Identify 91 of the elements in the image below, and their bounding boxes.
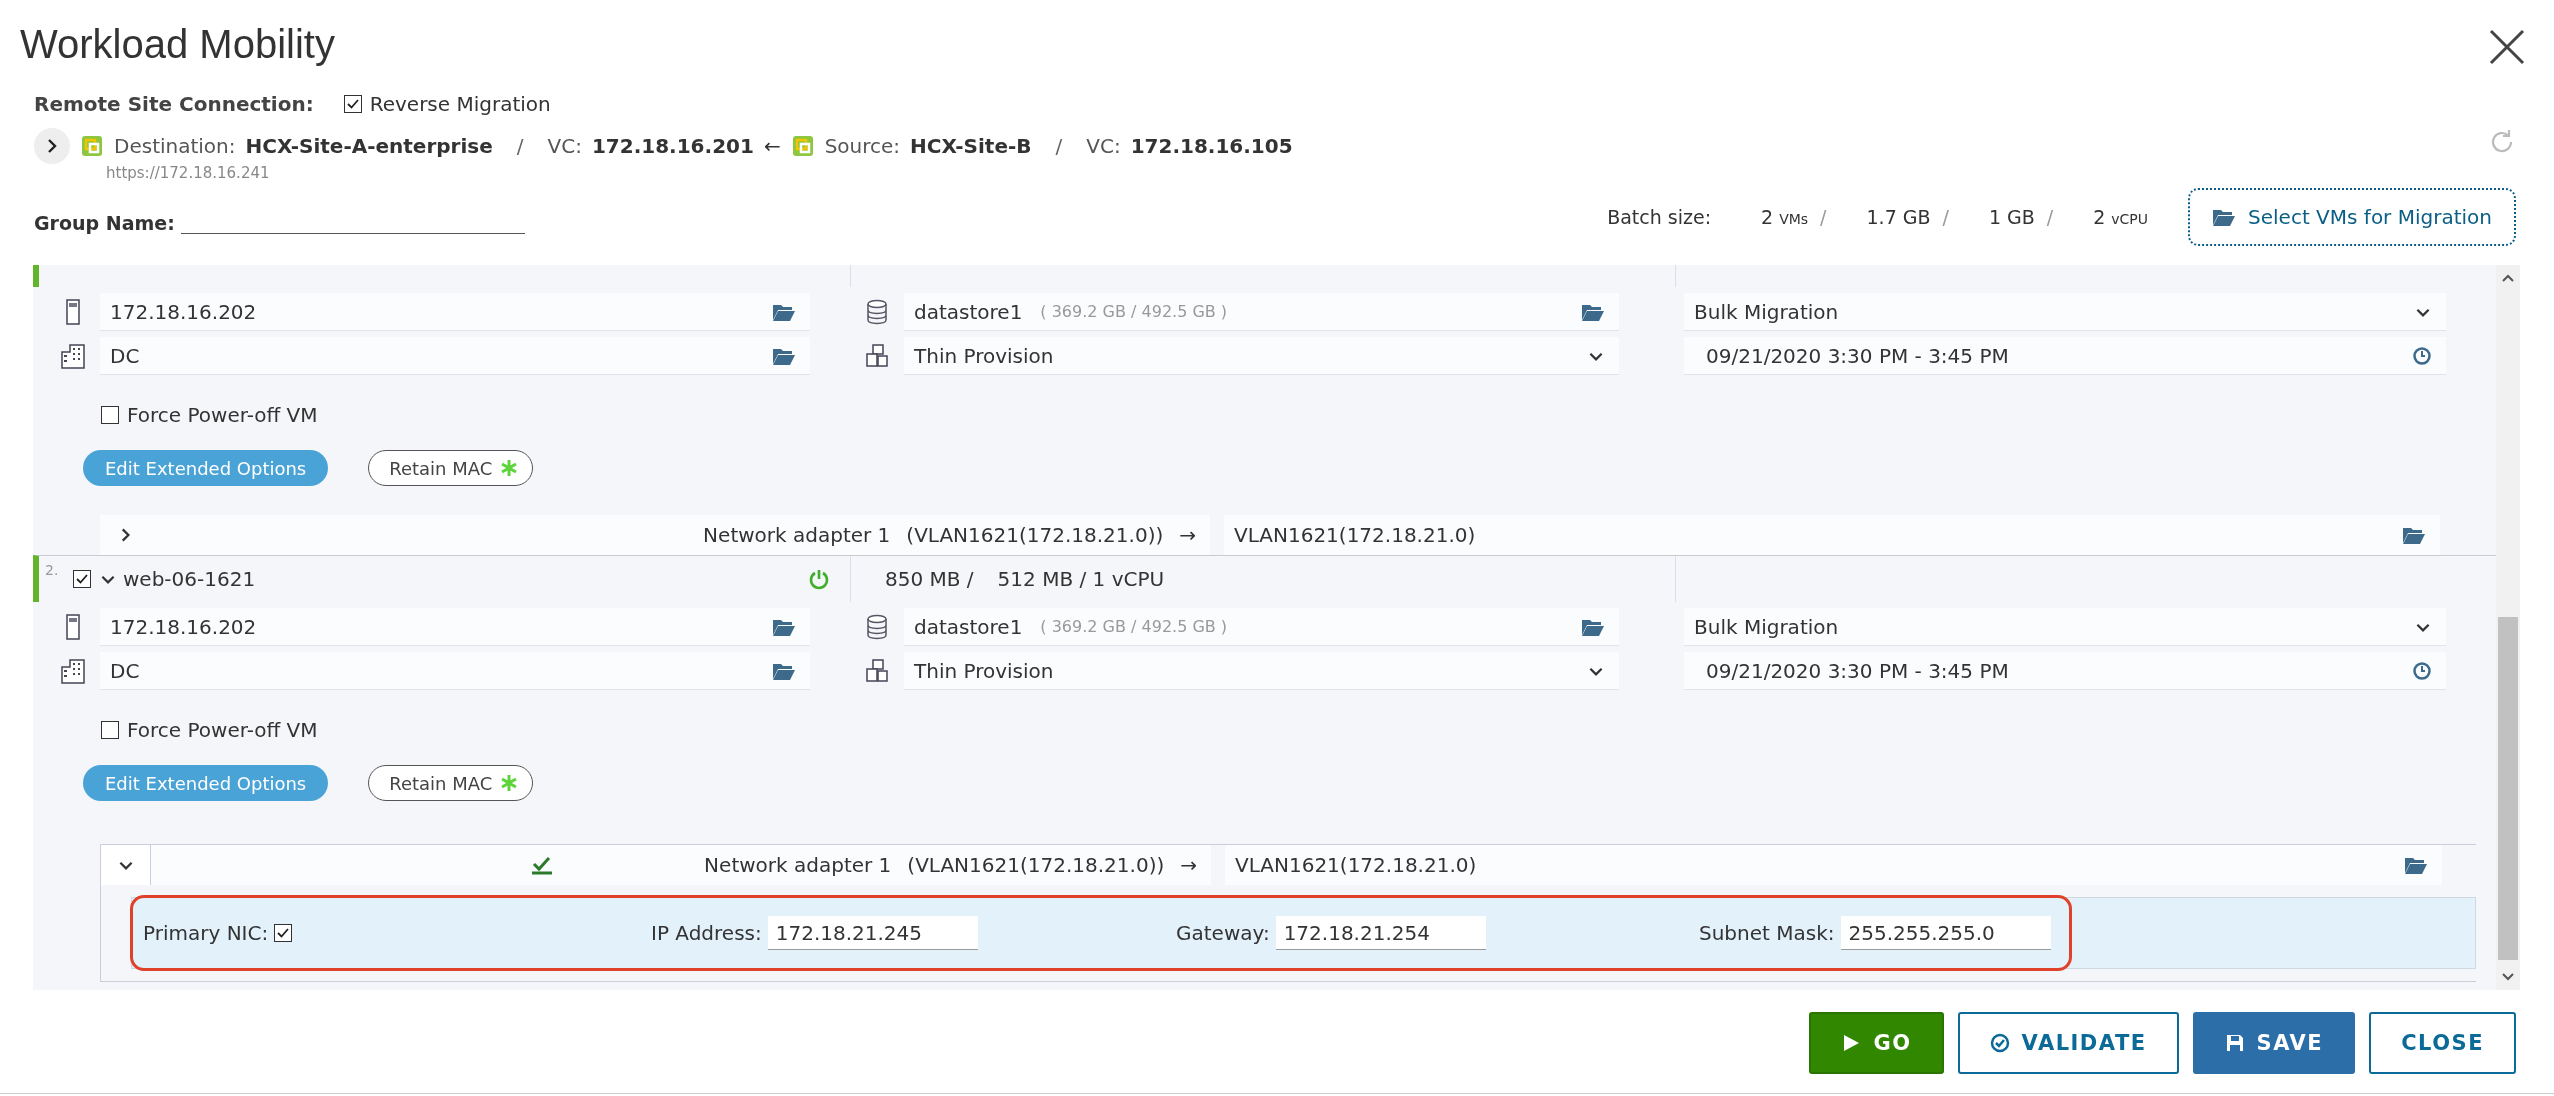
separator: / (1942, 206, 1949, 228)
vcenter-icon (790, 134, 815, 158)
batch-value: 1.7 GB (1866, 206, 1931, 228)
folder-field[interactable]: DC (100, 652, 810, 690)
source-network: (VLAN1621(172.18.21.0)) (907, 853, 1165, 877)
batch-unit: VMs (1779, 211, 1809, 227)
source-label: Source: (824, 134, 901, 158)
checkbox[interactable] (101, 406, 119, 424)
arrow-text: → (1179, 523, 1196, 547)
vc-label: VC: (547, 134, 582, 158)
schedule-field[interactable]: 09/21/2020 3:30 PM - 3:45 PM (1684, 337, 2446, 375)
database-icon (864, 613, 890, 641)
checkbox[interactable] (274, 924, 293, 942)
storage-size: 850 MB / (885, 567, 974, 591)
subnet-mask-field[interactable]: 255.255.255.0 (1840, 916, 2051, 950)
vc-label: VC: (1086, 134, 1121, 158)
batch-value: 2 (2093, 206, 2106, 228)
separator: / (1055, 134, 1063, 158)
retain-mac-tag: Retain MAC (368, 450, 534, 486)
subnet-mask-label: Subnet Mask: (1699, 921, 1835, 945)
folder-field[interactable]: DC (100, 337, 810, 375)
arrow-text: ← (763, 134, 781, 158)
arrow-text: → (1180, 853, 1197, 877)
group-name-label: Group Name: (34, 212, 175, 234)
datastore-field[interactable]: datastore1 ( 369.2 GB / 492.5 GB ) (904, 293, 1619, 331)
checkbox-label: Reverse Migration (369, 92, 551, 116)
window-title: Workload Mobility (20, 21, 335, 68)
source-name: HCX-Site-B (910, 134, 1032, 158)
host-field[interactable]: 172.18.16.202 (100, 608, 810, 646)
gateway-field[interactable]: 172.18.21.254 (1275, 916, 1486, 950)
folder-icon[interactable] (2212, 207, 2237, 227)
url-text: https://172.18.16.241 (106, 164, 271, 182)
host-field[interactable]: 172.18.16.202 (100, 293, 810, 331)
checkbox-label: Force Power-off VM (127, 403, 318, 427)
checkbox[interactable] (101, 721, 119, 739)
batch-size-label: Batch size: (1607, 206, 1712, 228)
retain-mac-tag: Retain MAC (368, 765, 534, 801)
checkbox[interactable] (343, 95, 362, 113)
ip-address-label: IP Address: (651, 921, 762, 945)
close-button[interactable]: CLOSE (2369, 1012, 2516, 1074)
batch-unit: vCPU (2111, 211, 2149, 227)
clock-icon[interactable] (2412, 345, 2432, 366)
vm-name: web-06-1621 (123, 567, 257, 591)
vc-address: 172.18.16.105 (1130, 134, 1293, 158)
vcenter-icon (80, 134, 104, 158)
source-network: (VLAN1621(172.18.21.0)) (906, 523, 1164, 547)
folder-icon[interactable] (2402, 525, 2426, 545)
target-network-field[interactable]: VLAN1621(172.18.21.0) (1224, 515, 2440, 555)
asterisk-icon (500, 459, 519, 477)
gateway-label: Gateway: (1176, 921, 1270, 945)
close-icon[interactable] (2488, 28, 2526, 66)
datastore-field[interactable]: datastore1 ( 369.2 GB / 492.5 GB ) (904, 608, 1619, 646)
destination-label: Destination: (114, 134, 236, 158)
database-icon (864, 298, 890, 326)
select-vms-button[interactable]: Select VMs for Migration (2188, 188, 2516, 246)
save-icon (2224, 1033, 2245, 1053)
disk-format-select[interactable]: Thin Provision (904, 652, 1619, 690)
schedule-field[interactable]: 09/21/2020 3:30 PM - 3:45 PM (1684, 652, 2446, 690)
separator: / (516, 134, 524, 158)
save-button[interactable]: SAVE (2192, 1012, 2356, 1074)
separator: / (2046, 206, 2054, 228)
batch-value: 1 GB (1988, 206, 2035, 228)
target-network-field[interactable]: VLAN1621(172.18.21.0) (1225, 845, 2442, 885)
adapter-label: Network adapter 1 (703, 523, 891, 547)
check-circle-icon (1989, 1033, 2010, 1053)
building-icon (60, 657, 86, 685)
ip-address-field[interactable]: 172.18.21.245 (767, 916, 978, 950)
building-icon (60, 342, 86, 370)
destination-name: HCX-Site-A-enterprise (245, 134, 493, 158)
vc-address: 172.18.16.201 (591, 134, 754, 158)
remote-site-label: Remote Site Connection: (34, 92, 314, 116)
validate-button[interactable]: VALIDATE (1957, 1012, 2179, 1074)
separator: / (1820, 206, 1827, 228)
folder-icon[interactable] (2404, 855, 2428, 875)
memory-cpu: 512 MB / 1 vCPU (997, 567, 1165, 591)
asterisk-icon (500, 774, 519, 792)
expand-button[interactable] (34, 128, 70, 164)
migration-type-select[interactable]: Bulk Migration (1684, 608, 2446, 646)
disk-format-icon (864, 657, 890, 685)
checkbox[interactable] (73, 570, 91, 588)
migration-type-select[interactable]: Bulk Migration (1684, 293, 2446, 331)
clock-icon[interactable] (2412, 660, 2432, 681)
row-number: 2. (45, 562, 60, 578)
scrollbar-thumb[interactable] (2498, 617, 2518, 960)
primary-nic-label: Primary NIC: (143, 921, 269, 945)
adapter-label: Network adapter 1 (704, 853, 892, 877)
disk-format-icon (864, 342, 890, 370)
disk-format-select[interactable]: Thin Provision (904, 337, 1619, 375)
batch-value: 2 (1761, 206, 1774, 228)
go-button[interactable]: GO (1809, 1012, 1944, 1074)
checkbox-label: Force Power-off VM (127, 718, 318, 742)
